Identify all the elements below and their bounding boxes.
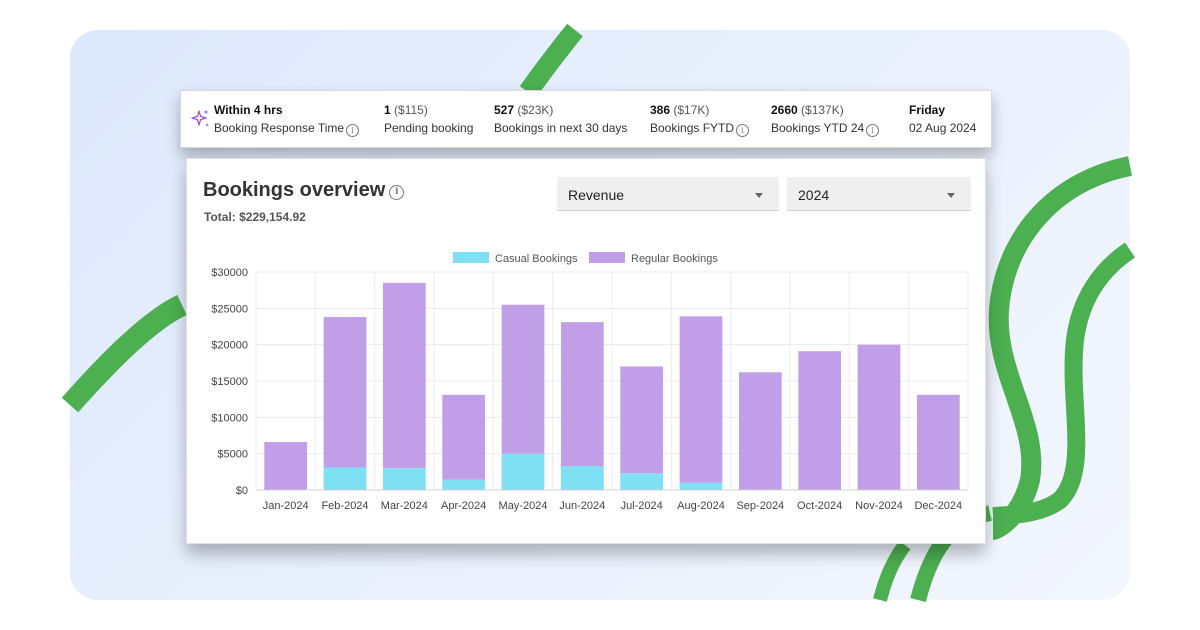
regular-bookings-bar: [798, 351, 842, 490]
stat-value: 1: [384, 103, 391, 117]
casual-bookings-bar: [620, 473, 664, 490]
bookings-overview-card: Bookings overview i Total: $229,154.92 Re…: [186, 158, 986, 544]
y-tick-label: $0: [236, 485, 248, 497]
x-tick-label: Sep-2024: [736, 500, 784, 512]
stat-bookings-ytd: 2660 ($137K) Bookings YTD 24 i: [771, 101, 880, 137]
stat-value: Within 4 hrs: [214, 103, 283, 117]
regular-bookings-bar: [738, 372, 782, 490]
stat-label: 02 Aug 2024: [909, 121, 977, 135]
regular-bookings-bar: [560, 322, 604, 467]
y-tick-label: $25000: [211, 303, 248, 315]
stat-value: 527: [494, 103, 515, 117]
stats-bar: Within 4 hrs Booking Response Time i 1 ($…: [180, 90, 992, 148]
stat-label: Booking Response Time: [214, 121, 345, 135]
regular-bookings-bar: [916, 394, 960, 490]
legend-label: Regular Bookings: [631, 253, 718, 265]
casual-bookings-bar: [501, 453, 545, 490]
stat-date: Friday 02 Aug 2024: [909, 101, 976, 137]
stat-sub-value: ($17K): [670, 103, 710, 117]
x-tick-label: Jun-2024: [559, 500, 605, 512]
x-tick-label: Jan-2024: [263, 500, 309, 512]
x-tick-label: Oct-2024: [797, 500, 842, 512]
stat-label: Bookings in next 30 days: [494, 121, 628, 135]
bookings-bar-chart: $30000 $25000 $20000 $15000 $10000 $5000 $0 Jan…: [211, 252, 969, 512]
top-swoosh: [519, 23, 583, 98]
right-swoosh-outer: [988, 156, 1133, 540]
regular-bookings-bar: [323, 317, 367, 468]
stat-value: Friday: [909, 103, 946, 117]
casual-bookings-bar: [382, 468, 426, 490]
info-icon[interactable]: i: [346, 124, 360, 137]
regular-bookings-bar: [442, 394, 486, 480]
y-tick-label: $15000: [211, 376, 248, 388]
y-tick-label: $10000: [211, 412, 248, 424]
stat-value: 386: [650, 103, 671, 117]
casual-bookings-bar: [679, 482, 723, 490]
legend-label: Casual Bookings: [495, 253, 578, 265]
info-icon[interactable]: i: [736, 124, 750, 137]
x-tick-label: Aug-2024: [677, 500, 725, 512]
regular-bookings-bar: [620, 366, 664, 474]
regular-bookings-bar: [382, 282, 426, 469]
y-tick-label: $5000: [217, 449, 248, 461]
bottom-swoosh-2: [873, 540, 911, 602]
x-tick-label: Jul-2024: [621, 500, 663, 512]
y-tick-label: $30000: [211, 267, 248, 279]
stat-response-time: Within 4 hrs Booking Response Time i: [214, 101, 360, 137]
stat-value: 2660: [771, 103, 798, 117]
stat-bookings-fytd: 386 ($17K) Bookings FYTD i: [650, 101, 750, 137]
legend-swatch: [453, 252, 489, 263]
y-tick-label: $20000: [211, 340, 248, 352]
stat-sub-value: ($23K): [514, 103, 554, 117]
stat-label: Bookings FYTD: [650, 121, 735, 135]
stat-sub-value: ($137K): [797, 103, 844, 117]
stat-pending-booking: 1 ($115) Pending booking: [384, 101, 473, 137]
x-tick-label: May-2024: [499, 500, 548, 512]
regular-bookings-bar: [679, 316, 723, 483]
x-tick-label: Mar-2024: [381, 500, 428, 512]
casual-bookings-bar: [560, 466, 604, 490]
casual-bookings-bar: [442, 479, 486, 490]
regular-bookings-bar: [501, 304, 545, 454]
x-tick-label: Feb-2024: [321, 500, 368, 512]
regular-bookings-bar: [264, 442, 308, 490]
legend-swatch: [589, 252, 625, 263]
left-swoosh: [61, 295, 187, 413]
casual-bookings-bar: [323, 467, 367, 490]
stat-sub-value: ($115): [390, 103, 428, 117]
x-tick-label: Nov-2024: [855, 500, 903, 512]
x-tick-label: Apr-2024: [441, 500, 486, 512]
stat-label: Pending booking: [384, 121, 474, 135]
stat-next-30-days: 527 ($23K) Bookings in next 30 days: [494, 101, 627, 137]
stat-label: Bookings YTD 24: [771, 121, 865, 135]
x-tick-label: Dec-2024: [914, 500, 962, 512]
sparkle-icon: [185, 108, 215, 130]
regular-bookings-bar: [857, 344, 901, 490]
info-icon[interactable]: i: [866, 124, 880, 137]
